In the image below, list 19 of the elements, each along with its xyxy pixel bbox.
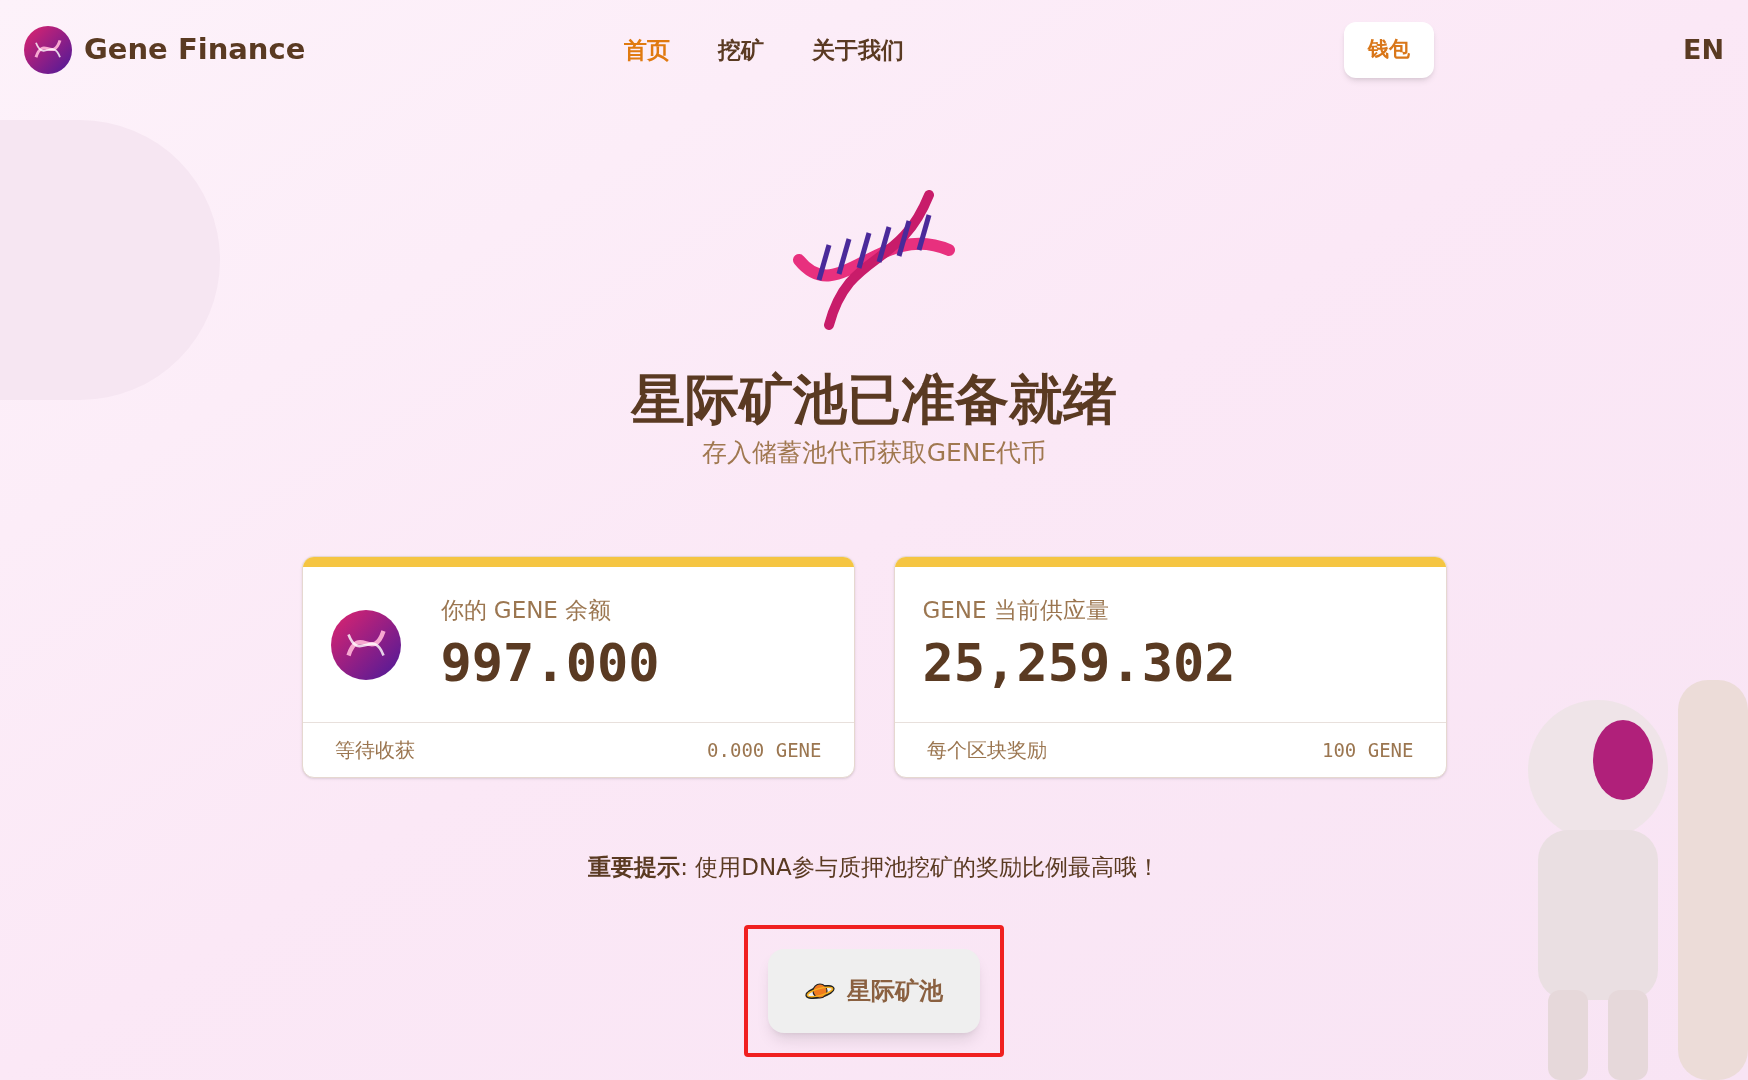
language-link[interactable]: EN [1682, 29, 1724, 71]
brand-logo-icon [24, 26, 72, 74]
pool-button[interactable]: 星际矿池 [768, 948, 980, 1033]
hero-subtitle: 存入储蓄池代币获取GENE代币 [701, 436, 1047, 469]
footer-value: 100 GENE [1322, 737, 1414, 763]
nav-link[interactable]: 挖矿 [718, 32, 764, 68]
nav-link[interactable]: 关于我们 [812, 32, 904, 68]
logo-icon [330, 609, 401, 680]
planet-icon [805, 980, 835, 1001]
footer-value: 0.000 GENE [707, 737, 822, 763]
card-label: 你的 GENE 余额 [440, 595, 613, 625]
card-label: GENE 当前供应量 [922, 595, 1110, 625]
footer-label: 等待收获 [334, 737, 415, 764]
brand-name: Gene Finance [84, 31, 306, 69]
notice-text: 重要提示: 使用DNA参与质押池挖矿的奖励比例最高哦！ [588, 853, 1160, 882]
footer-label: 每个区块奖励 [926, 737, 1047, 764]
card-value: 25,259.302 [922, 632, 1236, 696]
card-value: 997.000 [440, 632, 660, 696]
hero-title: 星际矿池已准备就绪 [631, 367, 1117, 433]
